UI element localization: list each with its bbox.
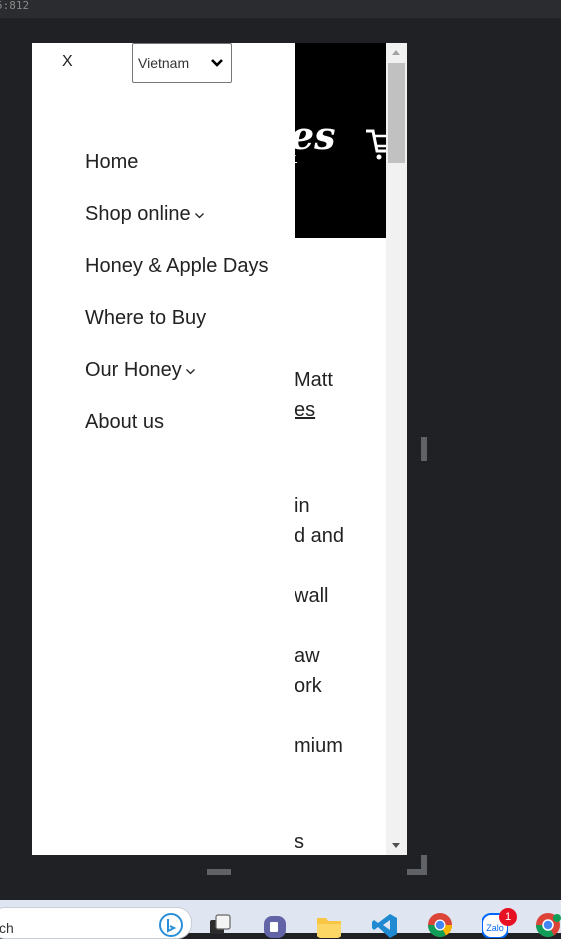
mobile-viewport: es NY Matt es in d and wall aw ork mium … (32, 43, 407, 855)
body-text-line: mium (294, 735, 343, 757)
body-text-line: Matt (294, 369, 333, 391)
devtools-top-bar: 5:812 (0, 0, 561, 18)
body-text-link[interactable]: es (294, 395, 315, 425)
scroll-thumb[interactable] (388, 63, 405, 163)
task-view-icon[interactable] (207, 912, 233, 938)
body-text-line: ork (294, 675, 322, 697)
close-drawer-button[interactable]: X (62, 53, 73, 71)
body-text-line: s (294, 831, 304, 853)
chrome-icon[interactable] (427, 912, 453, 938)
menu-item-honey-apple-days[interactable]: Honey & Apple Days (85, 252, 268, 304)
body-text-line: in (294, 495, 310, 517)
teams-icon[interactable] (262, 912, 288, 938)
chevron-down-icon[interactable] (185, 366, 196, 377)
chevron-down-icon (211, 59, 223, 67)
menu-item-shop-online[interactable]: Shop online (85, 200, 268, 252)
menu-item-about-us[interactable]: About us (85, 408, 268, 460)
navigation-drawer: X Vietnam Home Shop online Honey & Apple… (32, 43, 295, 855)
menu-item-label: Shop online (85, 203, 191, 225)
menu-item-where-to-buy[interactable]: Where to Buy (85, 304, 268, 356)
windows-taskbar: ch Zalo (0, 900, 561, 939)
menu-item-label: Home (85, 151, 139, 173)
chrome-profile-icon[interactable] (535, 912, 561, 938)
main-menu: Home Shop online Honey & Apple Days Wher… (85, 148, 268, 460)
resize-handle-corner[interactable] (407, 855, 427, 875)
menu-item-label: Where to Buy (85, 307, 207, 329)
file-explorer-icon[interactable] (316, 912, 342, 938)
menu-item-label: Honey & Apple Days (85, 255, 269, 277)
site-logo[interactable]: es (290, 113, 336, 158)
resize-handle-bottom[interactable] (207, 869, 231, 875)
zalo-label: Zalo (486, 923, 504, 933)
menu-item-home[interactable]: Home (85, 148, 268, 200)
taskbar-search-text: ch (0, 920, 14, 936)
dimension-label: 5:812 (0, 0, 30, 12)
vertical-scrollbar[interactable] (386, 43, 407, 855)
chevron-down-icon[interactable] (194, 210, 205, 221)
body-text-line: d and (294, 525, 345, 547)
body-text-line: aw (294, 645, 320, 667)
bing-icon[interactable] (158, 912, 184, 938)
menu-item-label: About us (85, 411, 164, 433)
notification-badge: 1 (499, 908, 517, 926)
country-select[interactable]: Vietnam (132, 43, 232, 83)
scroll-down-icon[interactable] (392, 843, 400, 848)
vscode-icon[interactable] (372, 912, 398, 938)
menu-item-our-honey[interactable]: Our Honey (85, 356, 268, 408)
scroll-up-icon[interactable] (392, 50, 400, 55)
menu-item-label: Our Honey (85, 359, 182, 381)
body-text-line: wall (294, 585, 329, 607)
country-select-value: Vietnam (138, 55, 190, 71)
resize-handle-right[interactable] (421, 437, 427, 461)
